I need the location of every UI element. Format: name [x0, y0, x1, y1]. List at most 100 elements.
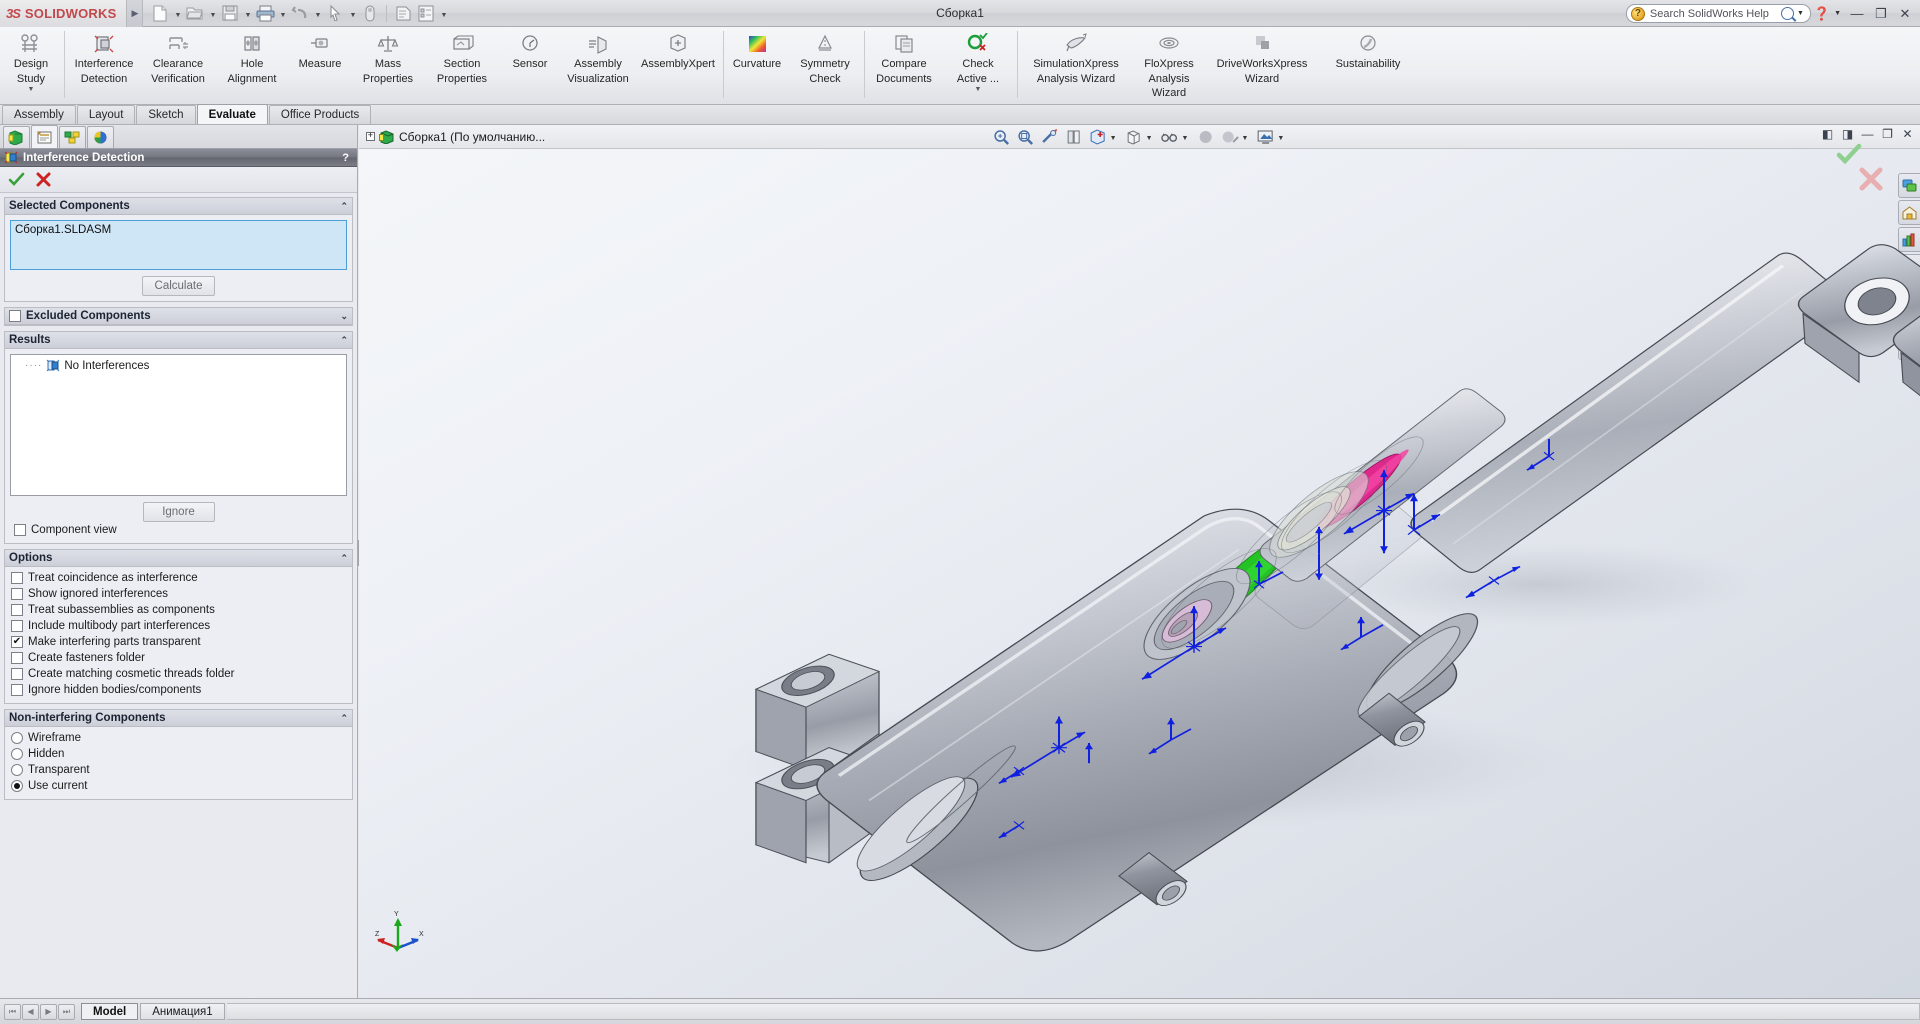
ribbon-interference-detection[interactable]: Interference Detection: [67, 27, 141, 104]
property-manager-tab[interactable]: [31, 125, 58, 148]
print-document-button[interactable]: [254, 2, 276, 24]
tab-layout[interactable]: Layout: [76, 105, 136, 124]
option-row[interactable]: Treat coincidence as interference: [7, 570, 350, 586]
ribbon-curvature[interactable]: Curvature: [726, 27, 788, 104]
tab-evaluate[interactable]: Evaluate: [196, 104, 268, 124]
close-window-icon[interactable]: ✕: [1900, 127, 1915, 141]
option-checkbox[interactable]: [11, 684, 23, 696]
previous-view-icon[interactable]: [1039, 126, 1061, 147]
ribbon-assembly-visualization[interactable]: Assembly Visualization: [561, 27, 635, 104]
nav-last-button[interactable]: ⏭: [58, 1003, 75, 1020]
option-checkbox[interactable]: [11, 604, 23, 616]
minimize-button[interactable]: —: [1846, 4, 1868, 24]
ribbon-clearance-verification[interactable]: Clearance Verification: [141, 27, 215, 104]
ribbon-simulationxpress[interactable]: SimulationXpress Analysis Wizard: [1020, 27, 1132, 104]
option-row[interactable]: Show ignored interferences: [7, 586, 350, 602]
options-header[interactable]: Options ⌃: [5, 550, 352, 567]
hide-show-items-icon[interactable]: [1159, 126, 1181, 147]
edit-appearance-icon[interactable]: [1194, 126, 1216, 147]
ribbon-compare-documents[interactable]: Compare Documents: [867, 27, 941, 104]
hide-show-items-caret[interactable]: ▼: [1182, 135, 1189, 147]
excluded-components-checkbox[interactable]: [9, 310, 21, 322]
help-dropdown-caret[interactable]: ▼: [1834, 10, 1841, 17]
undo-dropdown[interactable]: ▼: [312, 2, 323, 24]
collapse-chevron-icon[interactable]: ⌃: [340, 553, 348, 564]
feature-manager-tab[interactable]: [3, 126, 30, 148]
wireframe-radio[interactable]: [11, 732, 23, 744]
radio-row[interactable]: Hidden: [7, 746, 350, 762]
undo-button[interactable]: [289, 2, 311, 24]
graphics-area[interactable]: + Сборка1 (По умолчанию... ▼ ▼ ▼ ▼ ▼ ◧ ◨…: [359, 125, 1920, 998]
results-header[interactable]: Results ⌃: [5, 332, 352, 349]
new-document-dropdown[interactable]: ▼: [172, 2, 183, 24]
option-checkbox[interactable]: [11, 572, 23, 584]
collapse-chevron-icon[interactable]: ⌃: [340, 201, 348, 212]
display-manager-tab[interactable]: [87, 126, 114, 148]
help-icon[interactable]: ❓: [1813, 6, 1831, 22]
search-help-box[interactable]: ? Search SolidWorks Help ▼: [1625, 4, 1811, 23]
ribbon-check-active[interactable]: Check Active ... ▼: [941, 27, 1015, 104]
view-settings-icon[interactable]: [1254, 126, 1276, 147]
zoom-to-fit-icon[interactable]: [991, 126, 1013, 147]
option-checkbox[interactable]: [11, 668, 23, 680]
option-row[interactable]: Make interfering parts transparent: [7, 634, 350, 650]
component-view-row[interactable]: Component view: [10, 522, 347, 538]
restore-button[interactable]: ❐: [1870, 4, 1892, 24]
flyout-feature-tree-root[interactable]: + Сборка1 (По умолчанию...: [359, 130, 545, 144]
ribbon-assemblyxpert[interactable]: AssemblyXpert: [635, 27, 721, 104]
option-row[interactable]: Ignore hidden bodies/components: [7, 682, 350, 698]
ribbon-hole-alignment[interactable]: Hole Alignment: [215, 27, 289, 104]
view-settings-caret[interactable]: ▼: [1277, 135, 1284, 147]
option-checkbox[interactable]: [11, 620, 23, 632]
ribbon-mass-properties[interactable]: Mass Properties: [351, 27, 425, 104]
restore-window-icon[interactable]: ❐: [1880, 127, 1895, 141]
file-properties-dropdown[interactable]: ▼: [438, 2, 449, 24]
search-dropdown-caret[interactable]: ▼: [1797, 10, 1804, 17]
check-active-dropdown-caret[interactable]: ▼: [975, 86, 982, 93]
close-button[interactable]: ✕: [1894, 4, 1916, 24]
cancel-button[interactable]: [35, 172, 52, 187]
option-row[interactable]: Include multibody part interferences: [7, 618, 350, 634]
option-checkbox[interactable]: [11, 636, 23, 648]
nav-next-button[interactable]: ▶: [40, 1003, 57, 1020]
menu-expand-caret[interactable]: ▶: [127, 0, 144, 27]
tab-sketch[interactable]: Sketch: [136, 105, 196, 124]
search-magnifier-icon[interactable]: [1780, 7, 1794, 20]
hidden-radio[interactable]: [11, 748, 23, 760]
excluded-components-header[interactable]: Excluded Components ⌄: [5, 308, 352, 325]
display-style-caret[interactable]: ▼: [1146, 135, 1153, 147]
property-manager-help-icon[interactable]: ?: [342, 152, 353, 164]
nav-prev-button[interactable]: ◀: [22, 1003, 39, 1020]
non-interfering-header[interactable]: Non-interfering Components ⌃: [5, 710, 352, 727]
restore-left-icon[interactable]: ◧: [1820, 127, 1835, 141]
radio-row[interactable]: Use current: [7, 778, 350, 794]
ribbon-symmetry-check[interactable]: Symmetry Check: [788, 27, 862, 104]
selected-components-header[interactable]: Selected Components ⌃: [5, 198, 352, 215]
select-dropdown[interactable]: ▼: [347, 2, 358, 24]
open-document-button[interactable]: [184, 2, 206, 24]
collapse-chevron-icon[interactable]: ⌄: [340, 311, 348, 322]
apply-scene-icon[interactable]: [1218, 126, 1240, 147]
option-checkbox[interactable]: [11, 652, 23, 664]
radio-row[interactable]: Wireframe: [7, 730, 350, 746]
sheet-tab-model[interactable]: Model: [81, 1003, 139, 1020]
section-view-icon[interactable]: [1063, 126, 1085, 147]
open-document-dropdown[interactable]: ▼: [207, 2, 218, 24]
ribbon-section-properties[interactable]: Section Properties: [425, 27, 499, 104]
ribbon-floxpress[interactable]: FloXpress Analysis Wizard: [1132, 27, 1206, 104]
option-row[interactable]: Create matching cosmetic threads folder: [7, 666, 350, 682]
configuration-manager-tab[interactable]: [59, 126, 86, 148]
radio-row[interactable]: Transparent: [7, 762, 350, 778]
transparent-radio[interactable]: [11, 764, 23, 776]
design-study-dropdown-caret[interactable]: ▼: [28, 86, 35, 93]
nav-first-button[interactable]: ⏮: [4, 1003, 21, 1020]
ok-button[interactable]: [8, 172, 25, 187]
ignore-button[interactable]: Ignore: [142, 502, 215, 522]
ribbon-driveworksxpress[interactable]: DriveWorksXpress Wizard: [1206, 27, 1318, 104]
tab-assembly[interactable]: Assembly: [2, 105, 76, 124]
minimize-window-icon[interactable]: —: [1860, 127, 1875, 141]
apply-scene-caret[interactable]: ▼: [1241, 135, 1248, 147]
new-document-button[interactable]: [149, 2, 171, 24]
collapse-chevron-icon[interactable]: ⌃: [340, 335, 348, 346]
expand-tree-icon[interactable]: +: [366, 132, 375, 141]
